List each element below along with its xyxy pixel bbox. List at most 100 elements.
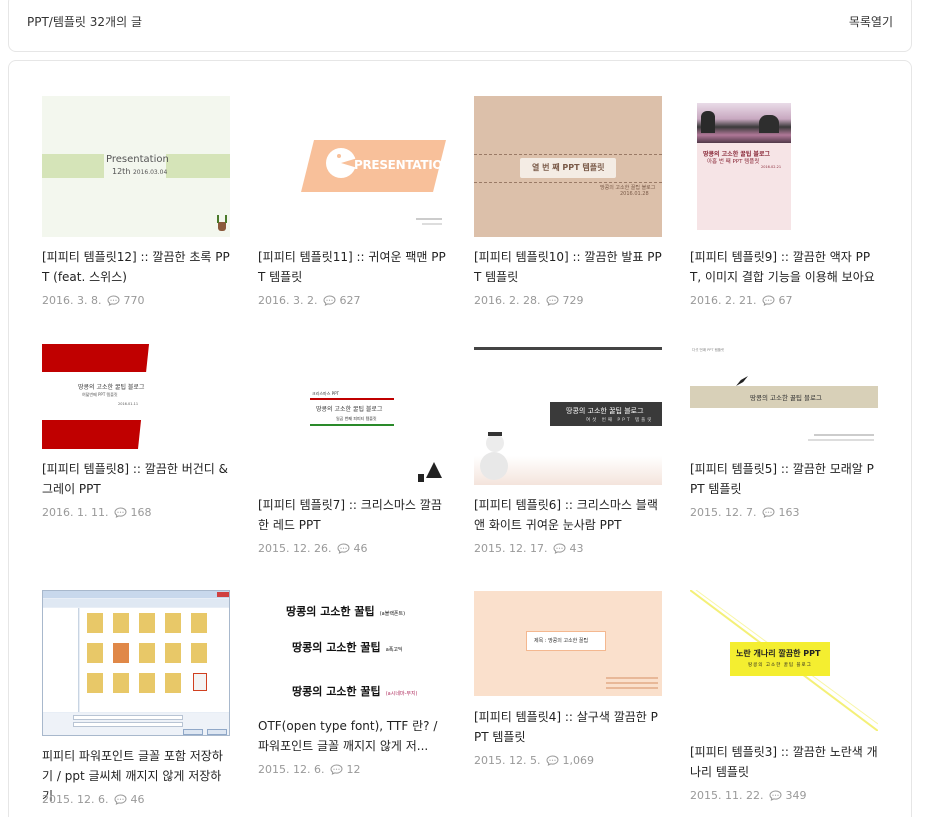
folder-icon	[87, 613, 103, 633]
post-meta: 2016. 3. 2. 627	[258, 294, 360, 307]
thumb-heading: 노란 개나리 깔끔한 PPT	[736, 649, 821, 658]
thumb-heading: 열 번 째 PPT 템플릿	[532, 163, 605, 172]
dialog-titlebar	[43, 591, 229, 598]
post-thumbnail[interactable]: 열 번 째 PPT 템플릿 땅콩의 고소한 꿀팁 블로그 2016.01.28	[474, 96, 662, 237]
post-thumbnail[interactable]: 제목 : 땅콩의 고소한 꿀팁	[474, 591, 662, 696]
post-date: 2016. 1. 11.	[42, 506, 109, 519]
post-meta: 2015. 12. 7. 163	[690, 506, 799, 519]
post-title[interactable]: [피피티 템플릿3] :: 깔끔한 노란색 개나리 템플릿	[690, 742, 878, 782]
comment-icon	[114, 794, 127, 805]
thumb-heading: 제목 : 땅콩의 고소한 꿀팁	[534, 638, 589, 644]
thumb-heading: 땅콩의 고소한 꿀팁 블로그	[566, 407, 644, 415]
post-meta: 2016. 2. 21. 67	[690, 294, 792, 307]
post-thumbnail[interactable]: 노란 개나리 깔끔한 PPT 땅콩의 고소한 꿀팁 블로그	[690, 590, 878, 731]
thumb-date: 2016.01.28	[620, 191, 649, 197]
post-title[interactable]: [피피티 템플릿12] :: 깔끔한 초록 PPT (feat. 스위스)	[42, 247, 230, 287]
post-title[interactable]: [피피티 템플릿6] :: 크리스마스 블랙 앤 화이트 귀여운 눈사람 PPT	[474, 495, 662, 535]
post-title[interactable]: [피피티 템플릿9] :: 깔끔한 액자 PPT, 이미지 결합 기능을 이용해…	[690, 247, 878, 287]
folder-icon	[165, 643, 181, 663]
post-thumbnail[interactable]: 크리스마스 PPT 땅콩의 고소한 꿀팁 블로그 일곱 번째 피피티 템플릿	[258, 344, 446, 485]
folder-icon	[139, 613, 155, 633]
comment-count: 46	[353, 542, 368, 555]
post-meta: 2015. 12. 6. 12	[258, 763, 360, 776]
folder-icon	[113, 643, 129, 663]
post-date: 2015. 12. 26.	[258, 542, 332, 555]
leaf-icon	[217, 215, 227, 223]
comment-count: 43	[569, 542, 584, 555]
post-thumbnail[interactable]: 땅콩의 고소한 꿀팁 블로그 아홉 번 째 PPT 템플릿 2016.02.21	[697, 103, 791, 230]
post-thumbnail[interactable]: 땅콩의 고소한 꿀팁 (a블랙폰트) 땅콩의 고소한 꿀팁 a폭고딕 땅콩의 고…	[258, 590, 446, 706]
comment-icon	[769, 790, 782, 801]
comment-count: 12	[346, 763, 361, 776]
post-thumbnail[interactable]: 땅콩의 고소한 꿀팁 블로그 여섯 번째 PPT 템플릿	[474, 344, 662, 485]
comment-icon	[114, 507, 127, 518]
plant-icon	[218, 222, 226, 231]
comment-count: 349	[785, 789, 807, 802]
thumb-sub: 12th	[112, 167, 131, 176]
post-thumbnail[interactable]: 땅콩의 고소한 꿀팁 블로그 다섯 번째 PPT 템플릿	[690, 344, 878, 449]
post-meta: 2016. 2. 28. 729	[474, 294, 583, 307]
comment-count: 627	[339, 294, 361, 307]
folder-icon	[191, 643, 207, 663]
font-sample-tag: a폭고딕	[385, 647, 403, 653]
post-date: 2015. 11. 22.	[690, 789, 764, 802]
folder-icon	[165, 613, 181, 633]
thumb-heading: 땅콩의 고소한 꿀팁 블로그	[316, 406, 383, 413]
post-date: 2015. 12. 7.	[690, 506, 757, 519]
folder-icon	[87, 643, 103, 663]
folder-icon	[113, 613, 129, 633]
font-sample-line: 땅콩의 고소한 꿀팁	[292, 641, 381, 654]
bird-icon	[736, 376, 748, 386]
category-title: PPT/템플릿 32개의 글	[27, 15, 142, 29]
ppt-file-icon	[193, 673, 207, 691]
post-date: 2016. 2. 21.	[690, 294, 757, 307]
post-title[interactable]: [피피티 템플릿10] :: 깔끔한 발표 PPT 템플릿	[474, 247, 662, 287]
post-title[interactable]: OTF(open type font), TTF 란? / 파워포인트 글꼴 깨…	[258, 716, 446, 756]
comment-icon	[107, 295, 120, 306]
font-sample-line: 땅콩의 고소한 꿀팁	[292, 685, 381, 698]
comment-icon	[546, 755, 559, 766]
comment-count: 770	[123, 294, 145, 307]
post-title[interactable]: [피피티 템플릿7] :: 크리스마스 깔끔한 레드 PPT	[258, 495, 446, 535]
post-date: 2015. 12. 5.	[474, 754, 541, 767]
comment-icon	[330, 764, 343, 775]
post-meta: 2015. 12. 17. 43	[474, 542, 583, 555]
post-meta: 2015. 11. 22. 349	[690, 789, 806, 802]
comment-icon	[553, 543, 566, 554]
post-title[interactable]: [피피티 템플릿8] :: 깔끔한 버건디 & 그레이 PPT	[42, 459, 230, 499]
thumb-label: 크리스마스 PPT	[312, 391, 339, 396]
list-toggle-button[interactable]: 목록열기	[849, 13, 893, 30]
post-meta: 2015. 12. 6. 46	[42, 793, 144, 806]
comment-count: 168	[130, 506, 152, 519]
comment-count: 67	[778, 294, 793, 307]
post-meta: 2015. 12. 26. 46	[258, 542, 367, 555]
post-thumbnail[interactable]	[42, 590, 230, 736]
post-thumbnail[interactable]: Presentation 12th 2016.03.04	[42, 96, 230, 237]
comment-icon	[323, 295, 336, 306]
thumb-sub: 아홉 번 째 PPT 템플릿	[707, 159, 760, 165]
post-meta: 2016. 3. 8. 770	[42, 294, 144, 307]
post-date: 2016. 3. 2.	[258, 294, 318, 307]
post-thumbnail[interactable]: PRESENTATION	[258, 96, 446, 237]
comment-icon	[546, 295, 559, 306]
font-sample-line: 땅콩의 고소한 꿀팁	[286, 605, 375, 618]
post-title[interactable]: [피피티 템플릿11] :: 귀여운 팩맨 PPT 템플릿	[258, 247, 446, 287]
post-date: 2016. 3. 8.	[42, 294, 102, 307]
category-header: PPT/템플릿 32개의 글 목록열기	[8, 0, 912, 52]
post-thumbnail[interactable]: 땅콩의 고소한 꿀팁 블로그 여덟번째 PPT 템플릿 2016.01.11	[42, 344, 230, 449]
comment-icon	[762, 295, 775, 306]
comment-count: 163	[778, 506, 800, 519]
post-title[interactable]: [피피티 템플릿4] :: 살구색 깔끔한 PPT 템플릿	[474, 707, 662, 747]
folder-icon	[191, 613, 207, 633]
folder-icon	[113, 673, 129, 693]
folder-icon	[165, 673, 181, 693]
post-date: 2016. 2. 28.	[474, 294, 541, 307]
font-sample-tag: (a시네마-부지)	[385, 691, 418, 697]
snowman-icon	[480, 452, 508, 480]
thumb-sub: 여덟번째 PPT 템플릿	[82, 392, 118, 397]
comment-icon	[337, 543, 350, 554]
christmas-tree-icon	[426, 462, 442, 478]
post-title[interactable]: [피피티 템플릿5] :: 깔끔한 모래알 PPT 템플릿	[690, 459, 878, 499]
folder-icon	[87, 673, 103, 693]
comment-count: 729	[562, 294, 584, 307]
